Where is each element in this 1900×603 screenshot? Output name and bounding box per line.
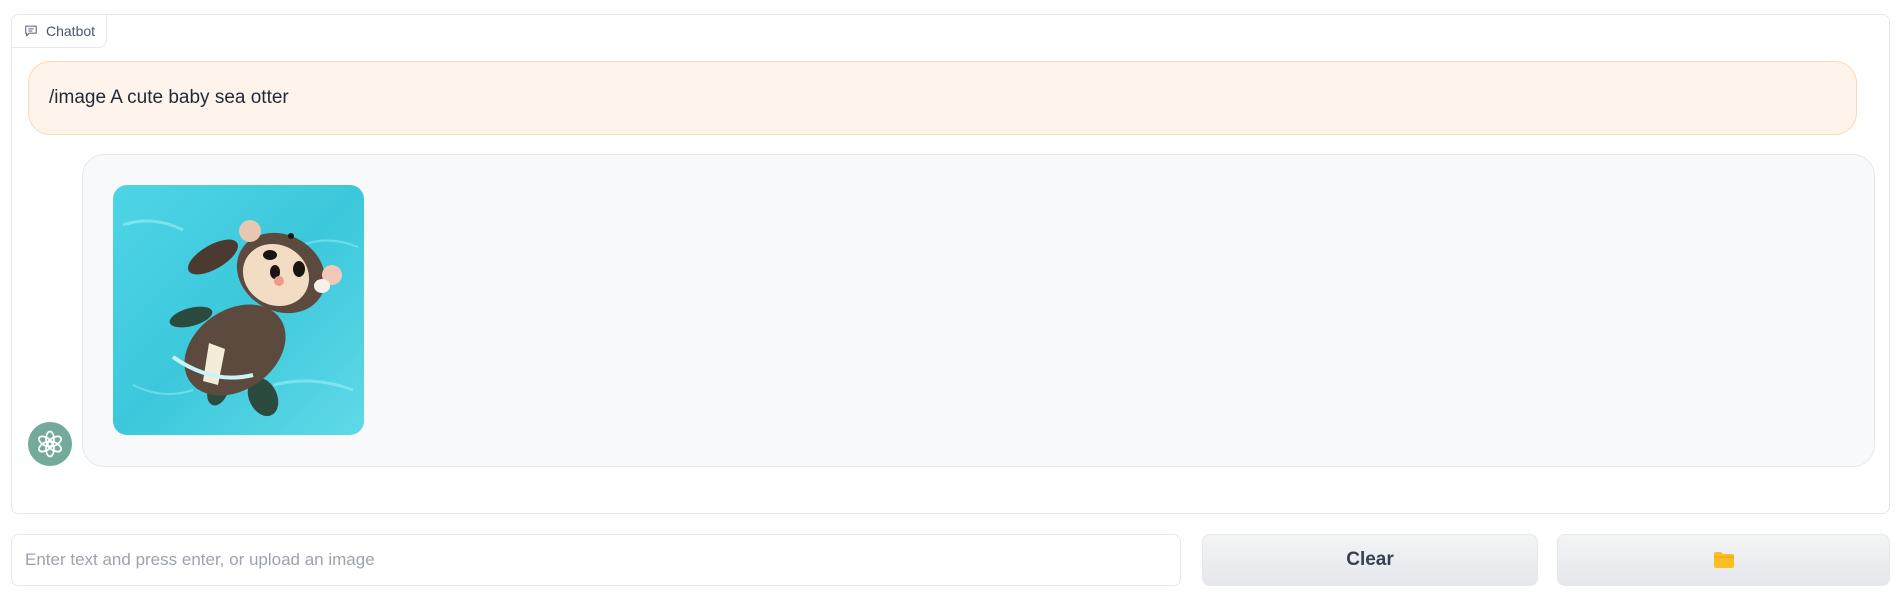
bot-message bbox=[82, 154, 1875, 467]
user-message-text: /image A cute baby sea otter bbox=[49, 87, 289, 108]
generated-otter-image[interactable] bbox=[113, 185, 364, 435]
user-message: /image A cute baby sea otter bbox=[28, 61, 1857, 135]
chatbot-panel: Chatbot /image A cute baby sea otter bbox=[11, 14, 1890, 514]
chatbot-label-text: Chatbot bbox=[46, 23, 96, 39]
upload-button[interactable] bbox=[1557, 534, 1890, 586]
clear-button[interactable]: Clear bbox=[1202, 534, 1538, 586]
openai-logo-icon bbox=[37, 430, 63, 458]
bot-avatar bbox=[28, 422, 72, 466]
message-input[interactable] bbox=[11, 534, 1181, 586]
folder-icon bbox=[1713, 552, 1734, 568]
chatbot-label: Chatbot bbox=[11, 14, 108, 48]
chat-bubble-icon bbox=[24, 24, 38, 38]
